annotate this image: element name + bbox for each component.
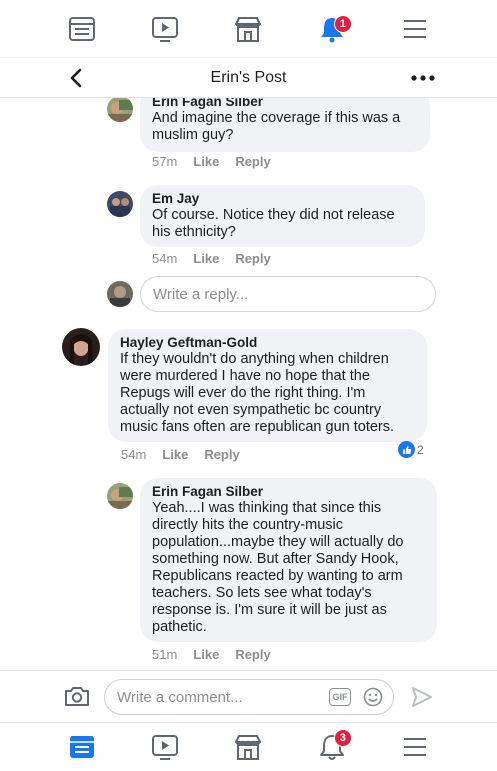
more-dots-icon [411, 75, 435, 81]
comment-meta: 54m Like Reply [152, 251, 271, 266]
page-title: Erin's Post [210, 68, 287, 86]
video-play-icon [152, 735, 179, 760]
comment-time: 51m [152, 647, 178, 662]
reaction-count: 2 [417, 442, 424, 457]
like-link[interactable]: Like [193, 251, 219, 266]
like-link[interactable]: Like [193, 154, 219, 169]
comment-bubble[interactable]: Erin Fagan Silber Yeah....I was thinking… [140, 478, 437, 642]
emoji-smile-icon [363, 687, 383, 707]
reaction-summary[interactable]: 2 [398, 441, 424, 458]
nav-notifications-button[interactable]: 1 [312, 9, 352, 49]
back-button[interactable] [62, 64, 90, 92]
like-reaction-icon [398, 441, 415, 458]
more-options-button[interactable] [407, 64, 439, 92]
camera-button[interactable] [64, 685, 90, 709]
reply-link[interactable]: Reply [235, 154, 270, 169]
comment-meta: 51m Like Reply [152, 647, 271, 662]
comment-bubble[interactable]: Hayley Geftman-Gold If they wouldn't do … [108, 329, 427, 442]
nav-notifications-button[interactable]: 3 [312, 727, 352, 767]
current-user-avatar [107, 281, 133, 307]
comment-meta: 54m Like Reply [121, 447, 240, 462]
notifications-badge: 1 [333, 14, 352, 33]
notifications-badge: 3 [333, 729, 352, 747]
comment-author[interactable]: Hayley Geftman-Gold [120, 335, 415, 351]
avatar[interactable] [62, 328, 100, 366]
phone-screen: 1 Erin's Post Erin Fagan Silber And imag… [0, 0, 497, 771]
comment-time: 54m [152, 251, 178, 266]
comment-author[interactable]: Erin Fagan Silber [152, 484, 425, 500]
comment-text: Yeah....I was thinking that since this d… [152, 500, 404, 635]
comment-time: 57m [152, 154, 178, 169]
comment-bubble[interactable]: Erin Fagan Silber And imagine the covera… [140, 98, 430, 152]
comment-text: If they wouldn't do anything when childr… [120, 351, 395, 435]
gif-button[interactable]: GIF [329, 688, 351, 706]
like-link[interactable]: Like [162, 447, 188, 462]
nav-watch-button[interactable] [145, 9, 185, 49]
camera-icon [65, 687, 89, 706]
nav-news-feed-button[interactable] [62, 727, 102, 767]
bottom-navigation-bar: 3 [0, 722, 497, 771]
avatar[interactable] [107, 98, 133, 122]
comment-meta: 57m Like Reply [152, 154, 271, 169]
comment-text: And imagine the coverage if this was a m… [152, 110, 401, 143]
chevron-left-icon [70, 68, 82, 88]
nav-news-feed-button[interactable] [62, 9, 102, 49]
news-feed-icon [69, 736, 94, 758]
comment-author[interactable]: Erin Fagan Silber [152, 98, 418, 110]
nav-menu-button[interactable] [395, 727, 435, 767]
reply-link[interactable]: Reply [204, 447, 239, 462]
comment-text: Of course. Notice they did not release h… [152, 207, 395, 240]
send-arrow-icon [412, 687, 432, 707]
avatar[interactable] [107, 191, 133, 217]
like-link[interactable]: Like [193, 647, 219, 662]
nav-marketplace-button[interactable] [228, 727, 268, 767]
news-feed-icon [68, 16, 95, 41]
post-header: Erin's Post [0, 58, 497, 98]
send-button[interactable] [410, 685, 434, 709]
comment-bubble[interactable]: Em Jay Of course. Notice they did not re… [140, 185, 425, 247]
marketplace-store-icon [235, 735, 262, 760]
reply-input[interactable]: Write a reply... [140, 276, 436, 312]
top-navigation-bar: 1 [0, 0, 497, 58]
comment-composer: Write a comment... GIF [0, 670, 497, 722]
reply-link[interactable]: Reply [235, 647, 270, 662]
video-play-icon [152, 16, 179, 42]
comment-placeholder: Write a comment... [117, 688, 243, 706]
reply-link[interactable]: Reply [235, 251, 270, 266]
comment-author[interactable]: Em Jay [152, 191, 413, 207]
comment-input[interactable]: Write a comment... GIF [104, 679, 394, 715]
emoji-button[interactable] [363, 687, 383, 707]
hamburger-menu-icon [404, 19, 427, 38]
comments-feed[interactable]: Erin Fagan Silber And imagine the covera… [0, 98, 497, 670]
avatar[interactable] [107, 483, 133, 509]
nav-menu-button[interactable] [395, 9, 435, 49]
nav-watch-button[interactable] [145, 727, 185, 767]
nav-marketplace-button[interactable] [228, 9, 268, 49]
marketplace-store-icon [235, 16, 262, 42]
comment-time: 54m [121, 447, 147, 462]
hamburger-menu-icon [404, 738, 427, 756]
